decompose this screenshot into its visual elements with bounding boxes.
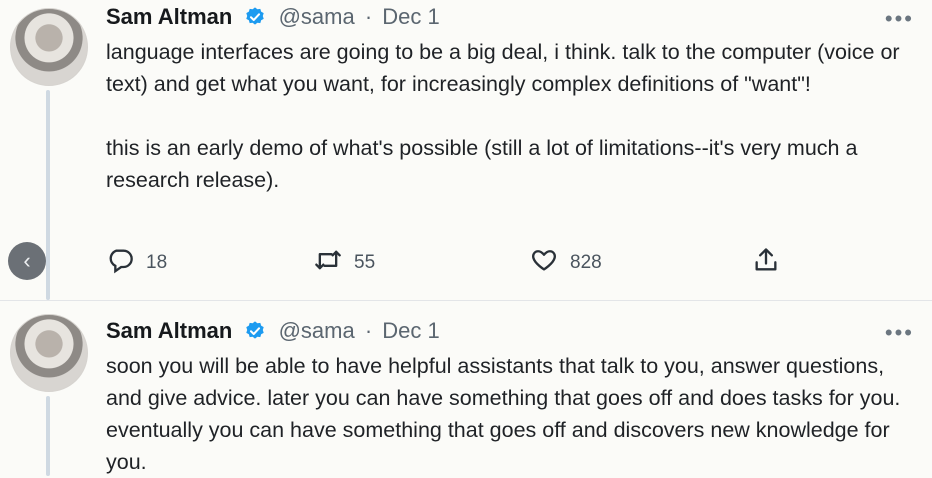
tweet-paragraph: language interfaces are going to be a bi…: [106, 40, 900, 96]
tweet-2[interactable]: Sam Altman @sama · Dec 1 ••• soon you wi…: [0, 314, 932, 476]
tweet-paragraph: soon you will be able to have helpful as…: [106, 354, 901, 474]
tweet-date[interactable]: Dec 1: [382, 318, 439, 343]
thread-line: [46, 396, 50, 476]
more-options-icon[interactable]: •••: [885, 322, 914, 344]
author-name[interactable]: Sam Altman: [106, 4, 232, 29]
retweet-button[interactable]: 55: [314, 246, 375, 280]
like-button[interactable]: 828: [530, 246, 602, 280]
tweet-header: Sam Altman @sama · Dec 1: [106, 4, 440, 30]
author-handle[interactable]: @sama: [279, 4, 355, 29]
verified-badge-icon: [244, 6, 266, 28]
verified-badge-icon: [244, 320, 266, 342]
tweet-header: Sam Altman @sama · Dec 1: [106, 318, 440, 344]
divider: [0, 300, 932, 301]
reply-button[interactable]: 18: [106, 246, 167, 280]
share-icon: [752, 246, 780, 280]
avatar[interactable]: [10, 8, 88, 86]
avatar[interactable]: [10, 314, 88, 392]
reply-icon: [106, 246, 134, 280]
retweet-count: 55: [354, 252, 376, 273]
tweet-actions: 18 55 828: [106, 246, 796, 278]
carousel-back-button[interactable]: ‹: [8, 242, 46, 280]
thread-line: [46, 90, 50, 300]
separator-dot: ·: [364, 4, 373, 29]
tweet-text: language interfaces are going to be a bi…: [106, 36, 906, 196]
more-options-icon[interactable]: •••: [885, 8, 914, 30]
retweet-icon: [314, 246, 342, 280]
separator-dot: ·: [364, 318, 373, 343]
author-name[interactable]: Sam Altman: [106, 318, 232, 343]
tweet-1[interactable]: Sam Altman @sama · Dec 1 ••• language in…: [0, 0, 932, 300]
share-button[interactable]: [752, 246, 780, 280]
tweet-paragraph: this is an early demo of what's possible…: [106, 136, 858, 192]
reply-count: 18: [146, 252, 168, 273]
tweet-date[interactable]: Dec 1: [382, 4, 439, 29]
heart-icon: [530, 246, 558, 280]
tweet-text: soon you will be able to have helpful as…: [106, 350, 906, 478]
author-handle[interactable]: @sama: [279, 318, 355, 343]
like-count: 828: [570, 252, 602, 273]
